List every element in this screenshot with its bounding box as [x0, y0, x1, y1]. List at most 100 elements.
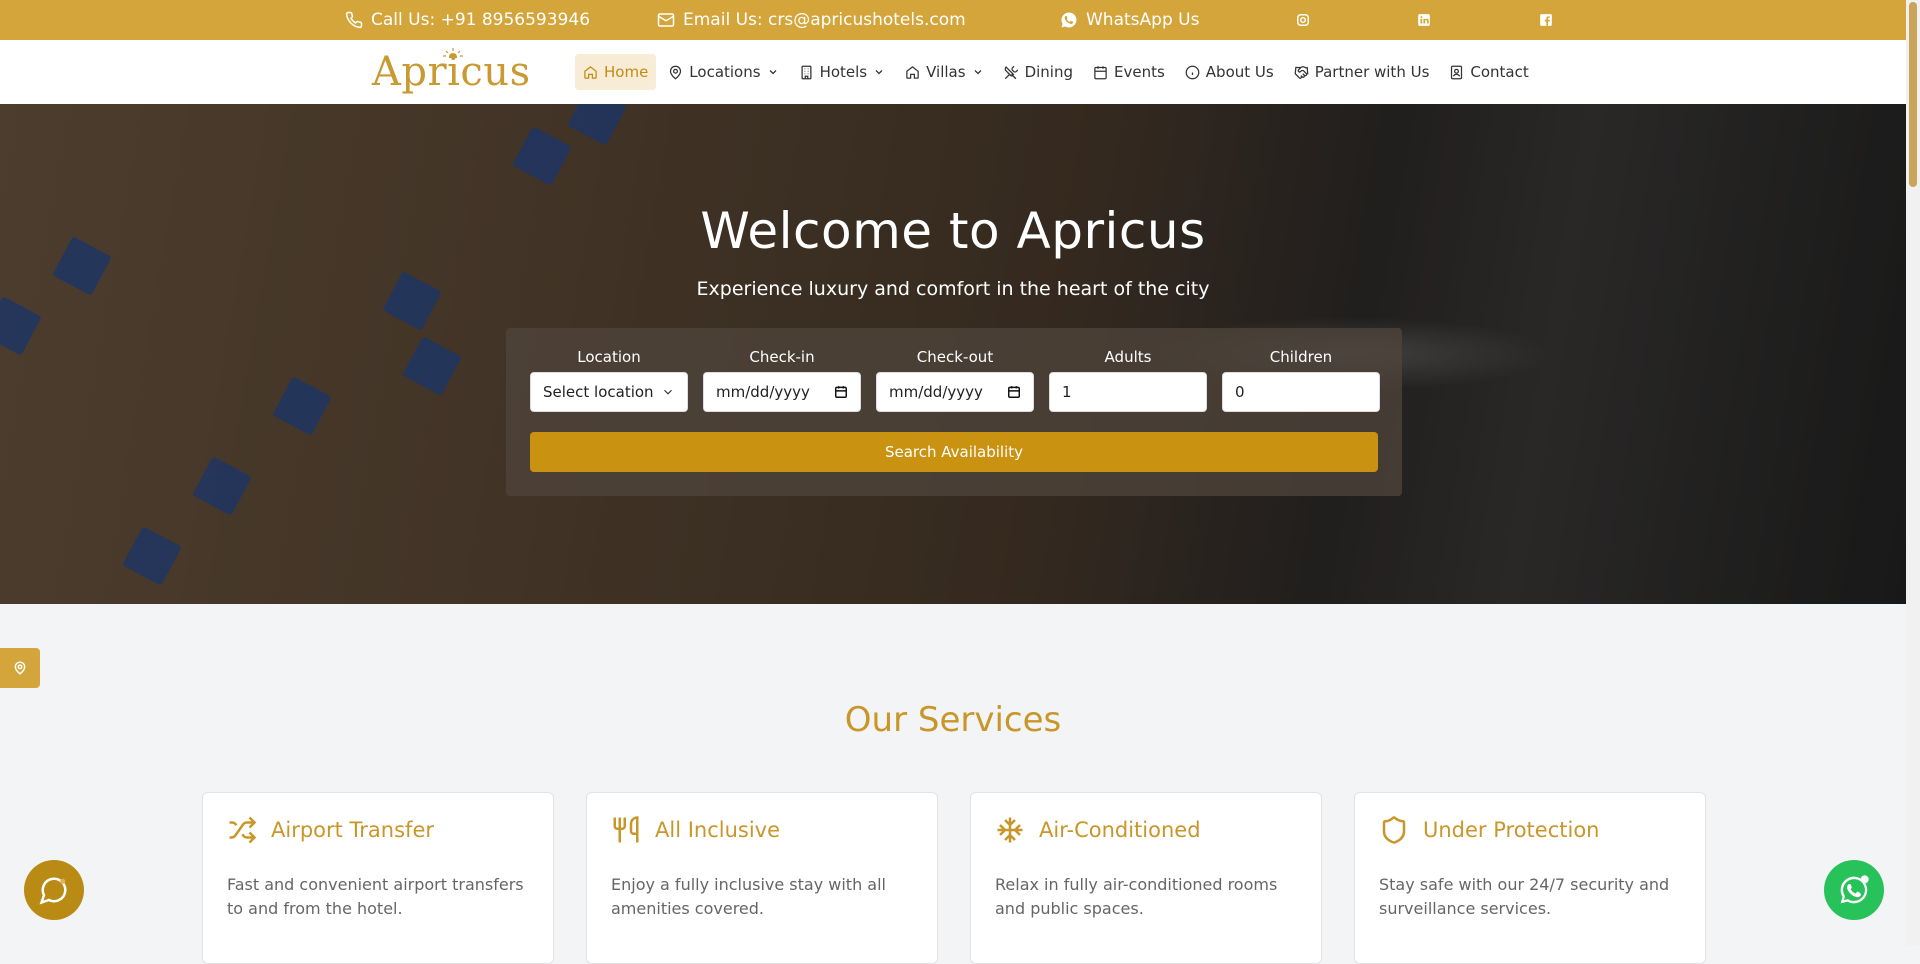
- adults-label: Adults: [1104, 348, 1152, 366]
- nav-events-label: Events: [1114, 63, 1165, 81]
- service-card: Air-Conditioned Relax in fully air-condi…: [970, 792, 1322, 964]
- checkout-date-input[interactable]: mm/dd/yyyy: [876, 372, 1034, 412]
- apricus-logo[interactable]: Apricus: [372, 46, 530, 98]
- nav-partner-label: Partner with Us: [1314, 63, 1430, 81]
- service-title: Air-Conditioned: [1039, 818, 1201, 842]
- adults-value: 1: [1062, 383, 1072, 401]
- nav-locations-label: Locations: [689, 63, 761, 81]
- service-title: All Inclusive: [655, 818, 781, 842]
- checkin-field: Check-in mm/dd/yyyy: [703, 348, 861, 412]
- nav-dining[interactable]: Dining: [996, 54, 1081, 90]
- contact-icon: [1451, 65, 1463, 79]
- checkin-date-input[interactable]: mm/dd/yyyy: [703, 372, 861, 412]
- whatsapp-icon: [1061, 12, 1077, 28]
- adults-field: Adults 1: [1049, 348, 1207, 412]
- checkout-date-value: mm/dd/yyyy: [889, 383, 983, 401]
- service-card: Under Protection Stay safe with our 24/7…: [1354, 792, 1706, 964]
- service-card: All Inclusive Enjoy a fully inclusive st…: [586, 792, 938, 964]
- top-contact-bar: Call Us: +91 8956593946 Email Us: crs@ap…: [0, 0, 1906, 40]
- chevron-down-icon: [875, 70, 883, 75]
- scrollbar-thumb[interactable]: [1909, 2, 1917, 187]
- location-field: Location Select location: [530, 348, 688, 412]
- nav-partner[interactable]: Partner with Us: [1286, 54, 1438, 90]
- location-select[interactable]: Select location: [530, 372, 688, 412]
- linkedin-icon: [1418, 14, 1430, 26]
- search-availability-button[interactable]: Search Availability: [530, 432, 1378, 472]
- location-label: Location: [577, 348, 641, 366]
- chevron-down-icon: [769, 70, 777, 75]
- hero-section: Welcome to Apricus Experience luxury and…: [0, 104, 1906, 604]
- sun-logo-icon: [443, 48, 463, 58]
- chat-button[interactable]: [24, 860, 84, 920]
- nav-villas[interactable]: Villas: [897, 54, 991, 90]
- phone-text: Call Us: +91 8956593946: [371, 10, 591, 30]
- house-icon: [906, 65, 919, 79]
- facebook-link[interactable]: [1539, 0, 1553, 40]
- building-icon: [801, 65, 812, 79]
- hero-title: Welcome to Apricus: [700, 202, 1206, 260]
- children-label: Children: [1269, 348, 1333, 366]
- adults-input[interactable]: 1: [1049, 372, 1207, 412]
- checkin-label: Check-in: [749, 348, 815, 366]
- instagram-icon: [1297, 14, 1309, 26]
- info-icon: [1185, 65, 1200, 79]
- nav-home[interactable]: Home: [575, 54, 657, 90]
- instagram-link[interactable]: [1296, 0, 1310, 40]
- handshake-icon: [1294, 65, 1309, 79]
- children-value: 0: [1235, 383, 1245, 401]
- nav-links: Home Locations Hotels Villas Dining Even…: [575, 54, 1541, 90]
- facebook-icon: [1540, 14, 1552, 26]
- whatsapp-link[interactable]: WhatsApp Us: [1060, 0, 1199, 40]
- location-select-value: Select location: [543, 383, 654, 401]
- map-pin-icon: [14, 661, 26, 675]
- checkout-field: Check-out mm/dd/yyyy: [876, 348, 1034, 412]
- services-heading: Our Services: [844, 700, 1062, 740]
- linkedin-link[interactable]: [1417, 0, 1431, 40]
- service-title: Under Protection: [1423, 818, 1600, 842]
- service-description: Stay safe with our 24/7 security and sur…: [1379, 875, 1670, 918]
- hero-subtitle: Experience luxury and comfort in the hea…: [696, 278, 1210, 300]
- checkin-date-value: mm/dd/yyyy: [716, 383, 810, 401]
- nav-hotels[interactable]: Hotels: [791, 54, 894, 90]
- nav-locations[interactable]: Locations: [660, 54, 786, 90]
- utensils-crossed-icon: [1004, 65, 1018, 79]
- email-text: Email Us: crs@apricushotels.com: [683, 10, 966, 30]
- nav-contact[interactable]: Contact: [1441, 54, 1536, 90]
- checkout-label: Check-out: [916, 348, 994, 366]
- calendar-icon: [1094, 65, 1107, 79]
- nav-about[interactable]: About Us: [1177, 54, 1282, 90]
- phone-link[interactable]: Call Us: +91 8956593946: [345, 0, 590, 40]
- nav-hotels-label: Hotels: [819, 63, 868, 81]
- calendar-icon[interactable]: [834, 385, 848, 399]
- snowflake-icon: [997, 817, 1023, 843]
- calendar-icon[interactable]: [1007, 385, 1021, 399]
- mail-icon: [657, 13, 675, 27]
- shield-icon: [1382, 816, 1406, 844]
- whatsapp-text: WhatsApp Us: [1086, 10, 1200, 30]
- service-description: Enjoy a fully inclusive stay with all am…: [611, 875, 886, 918]
- service-description: Relax in fully air-conditioned rooms and…: [995, 875, 1278, 918]
- message-circle-icon: [39, 877, 67, 905]
- nav-villas-label: Villas: [926, 63, 966, 81]
- home-icon: [584, 65, 597, 79]
- email-link[interactable]: Email Us: crs@apricushotels.com: [657, 0, 966, 40]
- nav-home-label: Home: [604, 63, 649, 81]
- location-side-tab[interactable]: [0, 648, 40, 688]
- utensils-icon: [613, 816, 639, 843]
- whatsapp-float-button[interactable]: [1824, 860, 1884, 920]
- phone-icon: [345, 11, 363, 29]
- chevron-down-icon: [664, 389, 672, 395]
- children-field: Children 0: [1222, 348, 1380, 412]
- page-scrollbar[interactable]: [1906, 0, 1920, 945]
- service-title: Airport Transfer: [271, 818, 434, 842]
- children-input[interactable]: 0: [1222, 372, 1380, 412]
- nav-about-label: About Us: [1205, 63, 1274, 81]
- shuffle-icon: [229, 816, 257, 844]
- nav-contact-label: Contact: [1470, 63, 1529, 81]
- booking-search-form: Location Select location Check-in mm/dd/…: [506, 328, 1402, 496]
- chevron-down-icon: [974, 70, 982, 75]
- whatsapp-icon: [1840, 875, 1869, 904]
- nav-dining-label: Dining: [1024, 63, 1073, 81]
- nav-events[interactable]: Events: [1085, 54, 1173, 90]
- map-pin-icon: [670, 65, 682, 80]
